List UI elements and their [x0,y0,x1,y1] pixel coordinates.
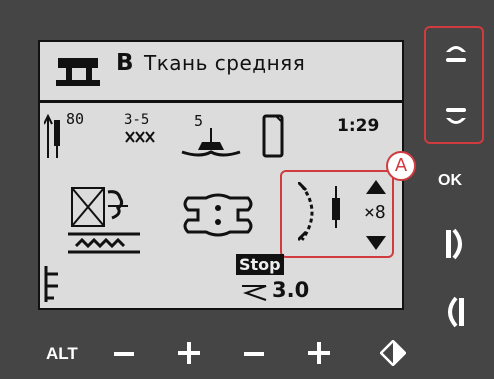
sewing-machine-panel: B Ткань средняя 80 3-5 5 1:29 ×8 A Stop … [0,0,494,379]
chevron-down-icon[interactable] [364,230,388,256]
bobbin-icon [262,114,284,158]
chevron-up-icon[interactable] [364,174,388,200]
mirror-side-icon[interactable] [444,226,468,262]
stitch-width-icon [242,285,267,301]
repeat-count: ×8 [364,202,386,223]
ok-button[interactable]: OK [438,172,462,190]
callout-a: A [386,151,416,181]
stop-indicator: Stop [236,254,284,275]
presser-foot-icon [181,128,241,157]
minus-icon[interactable] [244,344,264,364]
stitch-repeat-box[interactable]: ×8 [280,170,394,258]
presser-foot-pressure-icon [183,193,253,237]
thread-tension-value: 3-5 [124,112,150,128]
stitch-length-icon [44,266,58,302]
diamond-icon[interactable] [380,340,406,366]
scroll-buttons-group [424,26,484,144]
needle-icon [44,114,60,158]
needle-size: 80 [66,110,85,128]
mirror-end-icon[interactable] [442,294,466,330]
lcd-screen: B Ткань средняя 80 3-5 5 1:29 ×8 A Stop … [38,40,416,310]
plus-icon[interactable] [308,342,330,364]
minus-icon[interactable] [114,344,134,364]
stitch-width-value: 3.0 [272,278,310,302]
plus-icon[interactable] [178,342,200,364]
sewing-machine-icon [56,58,100,86]
scroll-up-icon[interactable] [440,40,472,72]
stitch-mirror-icon [298,182,340,242]
fabric-header: B Ткань средняя [40,42,402,103]
fabric-name: Ткань средняя [144,51,306,75]
thread-tension-icon [125,131,155,143]
stitch-time: 1:29 [337,116,380,136]
fabric-letter: B [116,50,134,76]
feed-dog-icon [68,187,140,254]
alt-button[interactable]: ALT [46,344,78,364]
scroll-down-icon[interactable] [440,98,472,130]
